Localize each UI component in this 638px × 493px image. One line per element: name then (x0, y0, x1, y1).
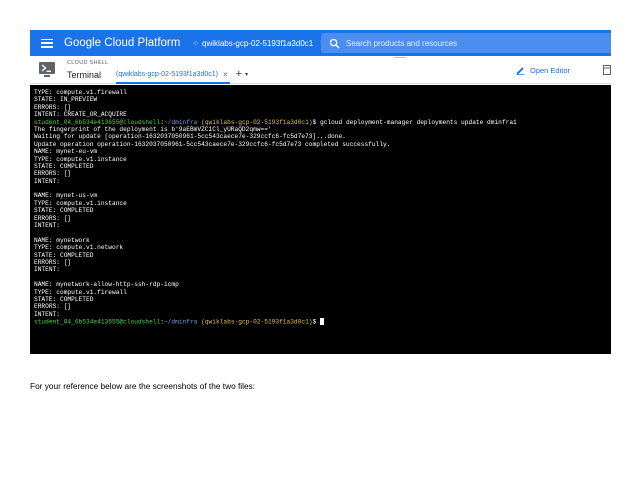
search-icon (329, 38, 340, 49)
terminal-line: TYPE: compute.v1.firewall (34, 89, 127, 96)
prompt-path: ~/dminfra (163, 318, 198, 326)
tab-label[interactable]: (qwiklabs-gcp-02-5193f1a3d0c1) (116, 71, 218, 78)
open-editor-button[interactable]: Open Editor (516, 63, 570, 77)
resize-handle[interactable] (394, 57, 406, 58)
terminal-cursor (319, 318, 324, 325)
terminal-line: NAME: mynet-eu-vm (34, 148, 98, 156)
cloud-shell-tabbar: CLOUD SHELL Terminal (qwiklabs-gcp-02-51… (30, 56, 611, 84)
brand-title[interactable]: Google Cloud Platform (64, 37, 180, 49)
window-icon[interactable] (603, 65, 611, 75)
project-name: qwiklabs-gcp-02-5193f1a3d0c1 (202, 38, 314, 48)
terminal-line: ERRORS: [] (34, 103, 72, 111)
open-editor-label: Open Editor (530, 65, 571, 75)
prompt-project: (qwiklabs-gcp-02-5193f1a3d0c1) (201, 118, 313, 126)
project-hub-icon: ⁘ (192, 38, 199, 48)
prompt-dollar: $ (312, 118, 320, 126)
prompt-path: ~/dminfra (163, 118, 198, 126)
document-caption: For your reference below are the screens… (30, 381, 256, 391)
terminal-line: NAME: mynetwork-allow-http-ssh-rdp-icmp (34, 281, 179, 289)
prompt-dollar: $ (312, 318, 320, 326)
search-input[interactable] (346, 38, 586, 48)
terminal-line: INTENT: CREATE_OR_ACQUIRE (34, 111, 127, 119)
close-icon[interactable]: × (223, 70, 228, 79)
prompt-project: (qwiklabs-gcp-02-5193f1a3d0c1) (201, 318, 313, 326)
prompt-user: student_04_6b534e413655@cloudshell (34, 118, 161, 126)
terminal-line: STATE: COMPLETED (34, 251, 94, 259)
chevron-down-icon[interactable]: ▾ (245, 71, 248, 78)
cloud-console-screenshot: Google Cloud Platform ⁘ qwiklabs-gcp-02-… (30, 30, 611, 354)
terminal-line: The fingerprint of the deployment is b'9… (34, 125, 272, 133)
active-tab-indicator (116, 82, 230, 84)
terminal-line: INTENT: (34, 310, 60, 318)
terminal-line: Update operation operation-1632037050961… (34, 140, 391, 148)
terminal-line: Waiting for update [operation-1632037050… (34, 133, 346, 141)
cloud-shell-subtitle: CLOUD SHELL (67, 60, 109, 66)
terminal-line: ERRORS: [] (34, 258, 72, 266)
console-header: Google Cloud Platform ⁘ qwiklabs-gcp-02-… (30, 30, 611, 56)
terminal-line: NAME: mynetwork (34, 236, 90, 244)
terminal-icon (39, 62, 55, 77)
terminal-line: NAME: mynet-us-vm (34, 192, 98, 200)
terminal-line: STATE: COMPLETED (34, 295, 94, 303)
terminal-line: ERRORS: [] (34, 303, 72, 311)
terminal-line: TYPE: compute.v1.instance (34, 155, 127, 163)
terminal-line: ERRORS: [] (34, 214, 72, 222)
prompt-command: gcloud deployment-manager deployments up… (319, 118, 517, 126)
terminal-line: TYPE: compute.v1.instance (34, 199, 127, 207)
terminal-prompt-line: student_04_6b534e413655@cloudshell:~/dmi… (34, 318, 611, 326)
terminal-line: STATE: COMPLETED (34, 162, 94, 170)
terminal-line: INTENT: (34, 177, 60, 185)
terminal-line: ERRORS: [] (34, 170, 72, 178)
menu-icon[interactable] (41, 38, 53, 48)
terminal-line: TYPE: compute.v1.firewall (34, 288, 127, 296)
terminal-line: STATE: COMPLETED (34, 207, 94, 215)
prompt-user: student_04_6b534e413655@cloudshell (34, 318, 161, 326)
terminal-title: Terminal (67, 70, 102, 80)
tab-terminal-session[interactable]: (qwiklabs-gcp-02-5193f1a3d0c1) × + ▾ (116, 67, 248, 81)
terminal-line: INTENT: (34, 222, 60, 230)
terminal-prompt-line: student_04_6b534e413655@cloudshell:~/dmi… (34, 119, 611, 126)
terminal-line: INTENT: (34, 266, 60, 274)
plus-icon[interactable]: + (236, 68, 242, 80)
pencil-icon (516, 66, 525, 75)
search-box[interactable] (321, 33, 611, 53)
terminal-line: STATE: IN_PREVIEW (34, 96, 98, 104)
terminal-line: TYPE: compute.v1.network (34, 244, 124, 252)
terminal-output[interactable]: TYPE: compute.v1.firewall STATE: IN_PREVI… (30, 85, 611, 354)
project-selector[interactable]: ⁘ qwiklabs-gcp-02-5193f1a3d0c1 ▼ (192, 39, 326, 48)
